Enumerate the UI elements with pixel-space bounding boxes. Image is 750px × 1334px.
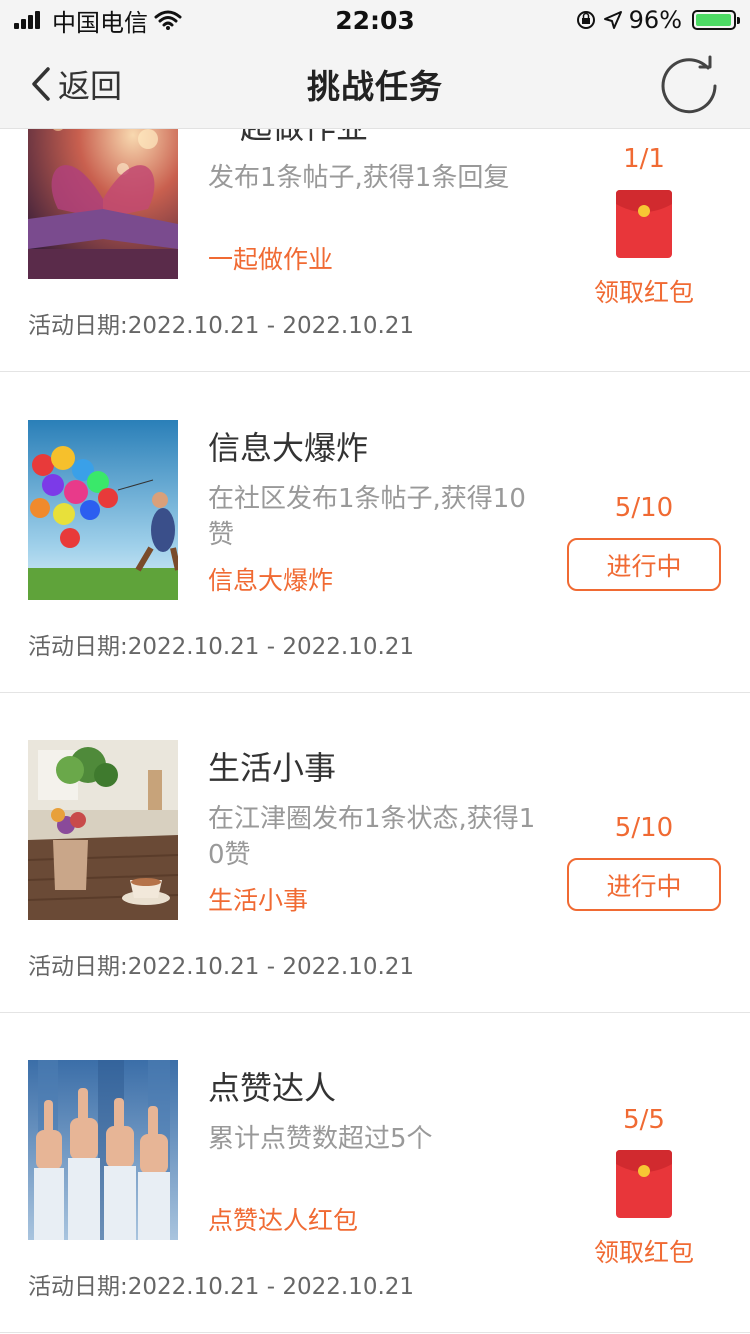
carrier-name: 中国电信: [52, 8, 148, 37]
task-progress: 5/10: [614, 813, 674, 843]
task-tag[interactable]: 点赞达人红包: [208, 1201, 358, 1237]
task-progress: 5/10: [614, 493, 674, 523]
in-progress-button[interactable]: 进行中: [567, 538, 721, 591]
claim-red-envelope-button[interactable]: 领取红包: [568, 1233, 720, 1269]
date-range: 2022.10.21 - 2022.10.21: [127, 634, 415, 660]
date-label: 活动日期:: [28, 1274, 128, 1300]
task-list[interactable]: 一起做作业 发布1条帖子,获得1条回复 一起做作业 活动日期:2022.10.2…: [0, 0, 750, 1334]
task-date: 活动日期:2022.10.21 - 2022.10.21: [28, 306, 414, 340]
claim-red-envelope-button[interactable]: 领取红包: [568, 273, 720, 309]
chevron-left-icon: [32, 67, 50, 101]
task-card[interactable]: 信息大爆炸 在社区发布1条帖子,获得10赞 信息大爆炸 活动日期:2022.10…: [0, 373, 750, 693]
status-left: 中国电信: [14, 3, 182, 38]
status-bar: 中国电信 22:03 96%: [0, 0, 750, 40]
date-label: 活动日期:: [28, 954, 128, 980]
date-label: 活动日期:: [28, 313, 128, 339]
red-envelope-icon[interactable]: [616, 1150, 672, 1218]
red-envelope-icon[interactable]: [616, 190, 672, 258]
task-name: 信息大爆炸: [208, 429, 369, 467]
page-title: 挑战任务: [307, 67, 443, 106]
task-tag[interactable]: 生活小事: [208, 881, 308, 917]
task-name: 生活小事: [208, 749, 337, 787]
task-card[interactable]: 点赞达人 累计点赞数超过5个 点赞达人红包 活动日期:2022.10.21 - …: [0, 1013, 750, 1333]
in-progress-button[interactable]: 进行中: [567, 858, 721, 911]
battery-level: [696, 14, 731, 26]
date-range: 2022.10.21 - 2022.10.21: [127, 1274, 415, 1300]
task-progress: 5/5: [623, 1105, 665, 1135]
date-range: 2022.10.21 - 2022.10.21: [127, 954, 415, 980]
wifi-icon: [154, 10, 182, 30]
date-range: 2022.10.21 - 2022.10.21: [127, 313, 415, 339]
battery-icon: [692, 10, 740, 30]
nav-bar: 返回 挑战任务: [0, 40, 750, 128]
task-card[interactable]: 生活小事 在江津圈发布1条状态,获得10赞 生活小事 活动日期:2022.10.…: [0, 693, 750, 1013]
task-thumbnail: [28, 420, 178, 600]
back-label: 返回: [58, 67, 123, 105]
task-tag[interactable]: 信息大爆炸: [208, 561, 333, 597]
task-progress: 1/1: [623, 144, 665, 174]
date-label: 活动日期:: [28, 634, 128, 660]
task-date: 活动日期:2022.10.21 - 2022.10.21: [28, 947, 414, 981]
task-date: 活动日期:2022.10.21 - 2022.10.21: [28, 1267, 414, 1301]
task-desc: 累计点赞数超过5个: [208, 1124, 433, 1154]
balloons-photo: [28, 420, 178, 600]
battery-percent: 96%: [628, 6, 682, 34]
task-thumbnail: [28, 1060, 178, 1240]
signal-icon: [14, 11, 40, 29]
task-desc: 发布1条帖子,获得1条回复: [208, 163, 510, 193]
task-desc: 在社区发布1条帖子,获得10赞: [208, 484, 526, 550]
task-thumbnail: [28, 740, 178, 920]
back-button[interactable]: 返回: [30, 62, 122, 106]
orientation-lock-icon: [576, 11, 595, 29]
refresh-icon[interactable]: [660, 54, 720, 114]
task-tag[interactable]: 一起做作业: [208, 240, 333, 276]
location-arrow-icon: [603, 11, 622, 29]
cafe-table-photo: [28, 740, 178, 920]
task-name: 点赞达人: [208, 1069, 337, 1107]
thumbs-up-photo: [28, 1060, 178, 1240]
task-date: 活动日期:2022.10.21 - 2022.10.21: [28, 627, 414, 661]
status-right: 96%: [575, 6, 740, 34]
task-desc: 在江津圈发布1条状态,获得10赞: [208, 804, 536, 870]
